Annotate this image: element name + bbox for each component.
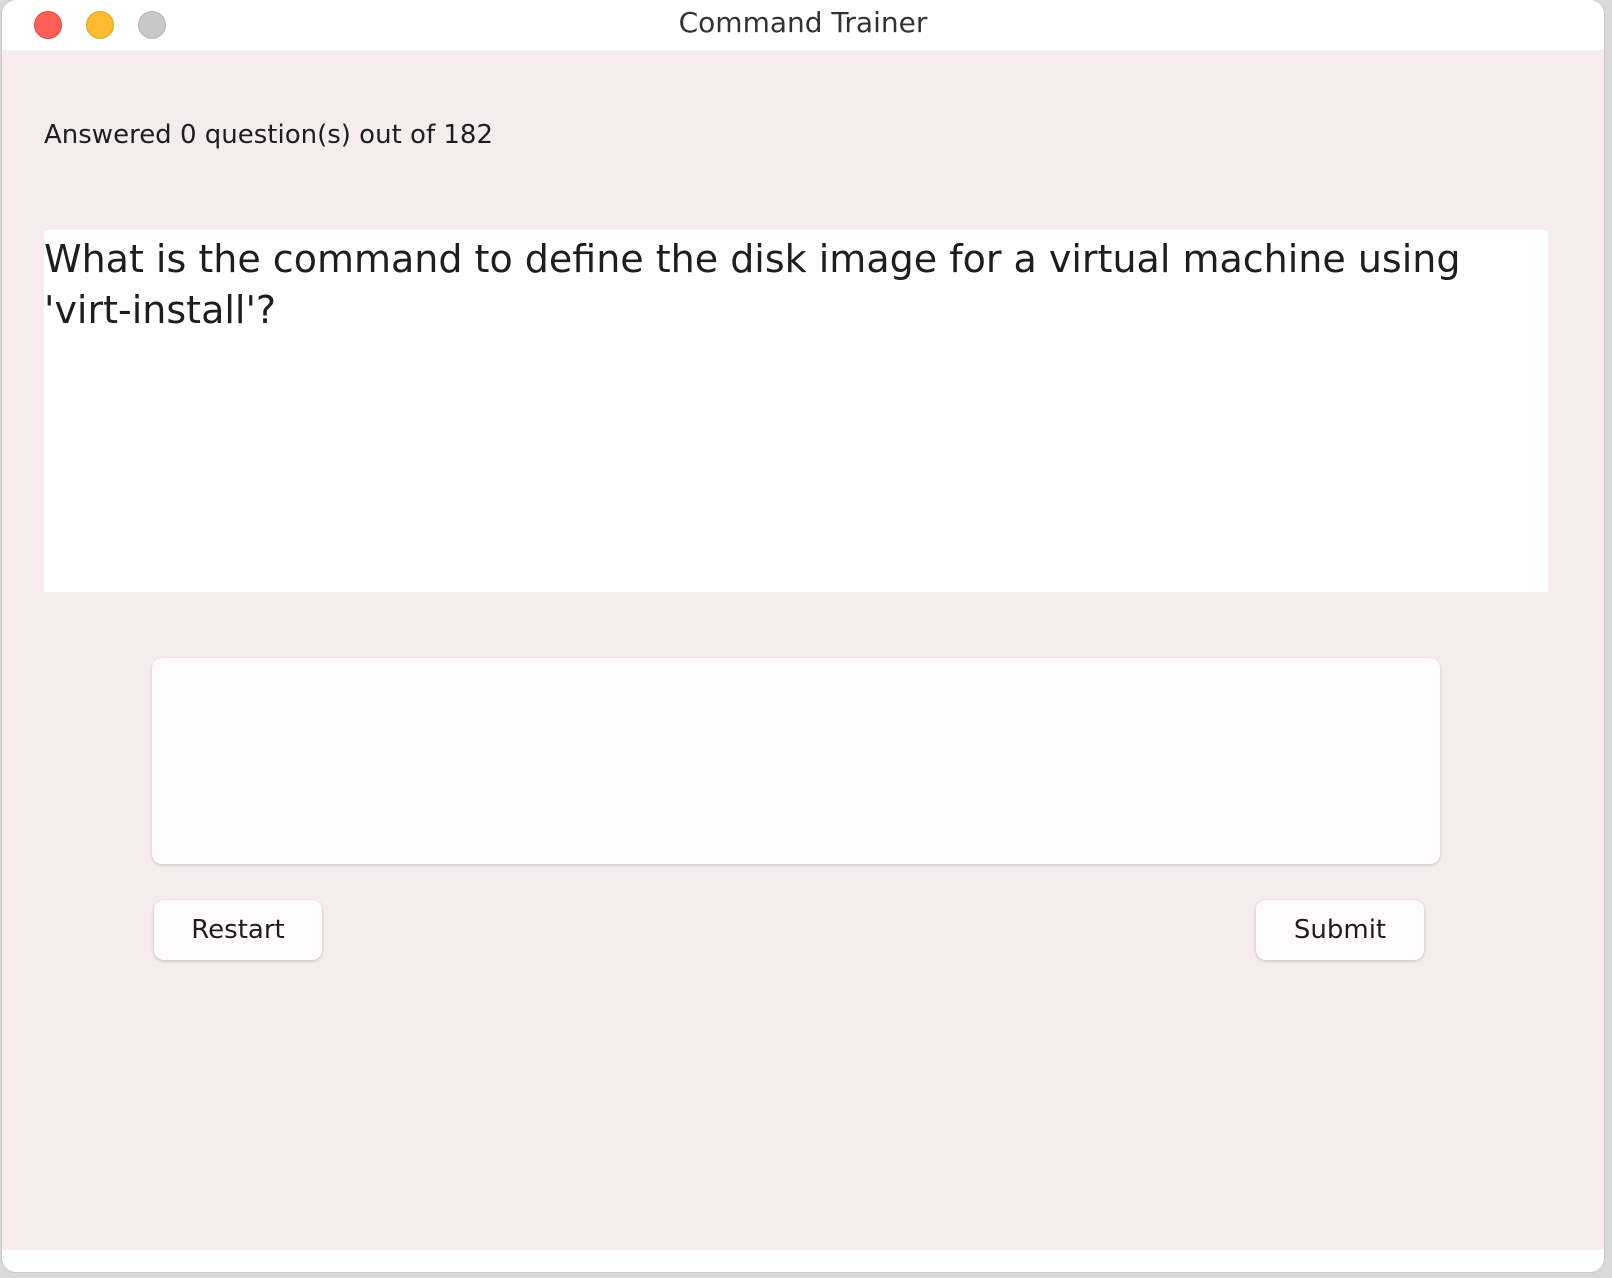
window-title: Command Trainer bbox=[678, 6, 928, 39]
restart-button[interactable]: Restart bbox=[154, 900, 322, 960]
app-window: Command Trainer Answered 0 question(s) o… bbox=[2, 0, 1604, 1272]
question-text: What is the command to define the disk i… bbox=[44, 237, 1461, 332]
question-panel: What is the command to define the disk i… bbox=[44, 230, 1548, 592]
progress-label: Answered 0 question(s) out of 182 bbox=[44, 120, 493, 150]
submit-button[interactable]: Submit bbox=[1256, 900, 1424, 960]
title-bar[interactable]: Command Trainer bbox=[2, 0, 1604, 50]
answer-input[interactable] bbox=[152, 658, 1440, 864]
bottom-bar bbox=[2, 1250, 1604, 1272]
